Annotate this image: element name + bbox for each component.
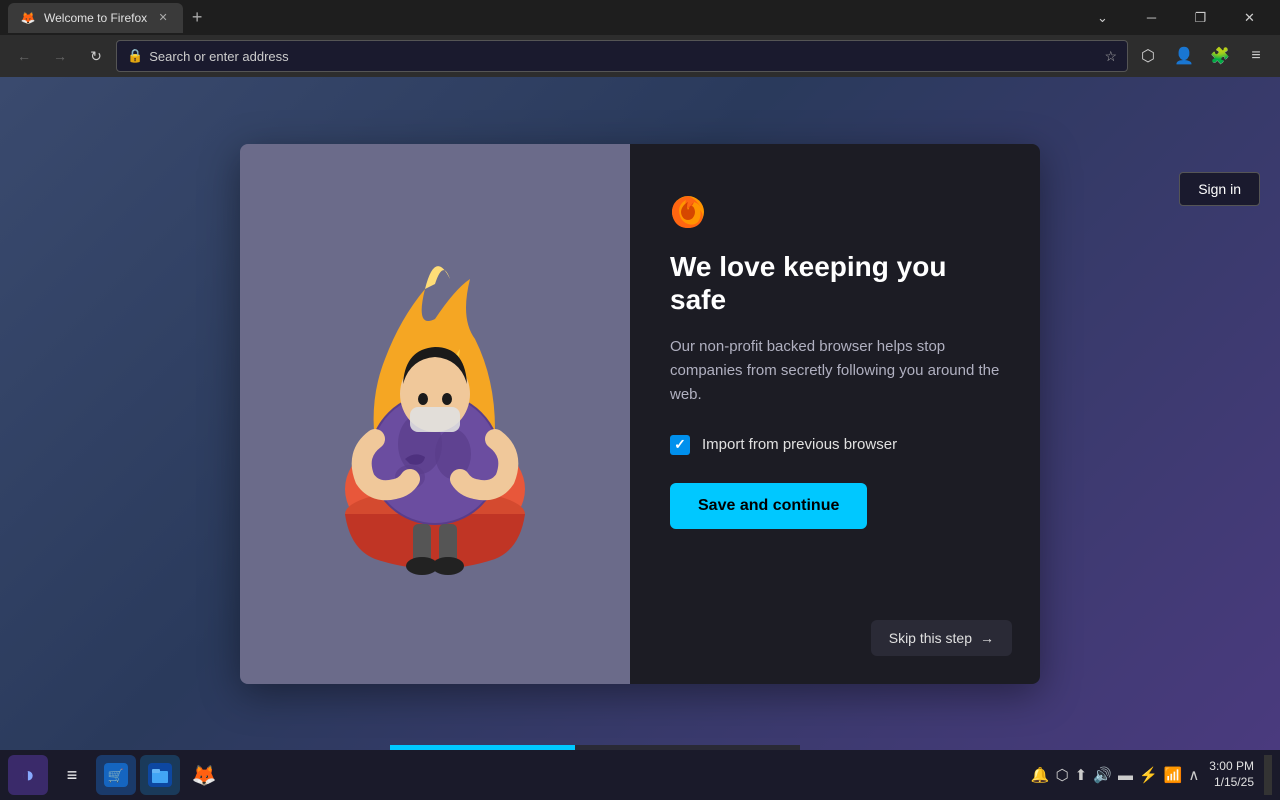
close-button[interactable]: ✕ [1227,0,1272,35]
import-checkbox-label: Import from previous browser [702,436,897,453]
taskbar-firefox-icon[interactable]: 🦊 [184,755,224,795]
taskbar-settings-icon[interactable]: ≡ [52,755,92,795]
firefox-logo [670,194,706,230]
active-tab[interactable]: 🦊 Welcome to Firefox ✕ [8,3,183,33]
tab-close-button[interactable]: ✕ [155,10,171,26]
import-checkbox-row[interactable]: ✓ Import from previous browser [670,435,1000,455]
clock: 3:00 PM 1/15/25 [1209,759,1254,790]
skip-label: Skip this step [889,630,972,646]
titlebar: 🦊 Welcome to Firefox ✕ + ⌄ ─ ❐ ✕ [0,0,1280,35]
show-desktop-button[interactable] [1264,755,1272,795]
skip-arrow-icon: → [980,630,994,646]
pocket-button[interactable]: ⬡ [1132,40,1164,72]
taskbar: ◑ ≡ 🛒 🦊 🔔 ⬡ ⬆ 🔊 ▬ ⚡ 📶 ∧ 3:00 PM 1/15/25 [0,750,1280,800]
forward-button[interactable]: → [44,40,76,72]
minimize-button[interactable]: ─ [1129,0,1174,35]
upload-icon[interactable]: ⬆ [1075,766,1088,784]
skip-section: Skip this step → [871,620,1012,656]
battery-icon[interactable]: ▬ [1118,767,1133,784]
expand-tray-icon[interactable]: ∧ [1188,766,1199,784]
bluetooth-icon[interactable]: ⚡ [1139,766,1158,784]
taskbar-right: 🔔 ⬡ ⬆ 🔊 ▬ ⚡ 📶 ∧ 3:00 PM 1/15/25 [1031,755,1272,795]
system-tray: 🔔 ⬡ ⬆ 🔊 ▬ ⚡ 📶 ∧ [1031,766,1199,784]
tab-title: Welcome to Firefox [44,11,147,25]
welcome-card: We love keeping you safe Our non-profit … [240,144,1040,684]
account-button[interactable]: 👤 [1168,40,1200,72]
bookmark-star-icon[interactable]: ☆ [1104,48,1117,65]
date-display: 1/15/25 [1209,775,1254,791]
mascot-illustration [275,204,595,624]
tab-area: 🦊 Welcome to Firefox ✕ + [8,3,1080,33]
toolbar-right-icons: ⬡ 👤 🧩 ≡ [1132,40,1272,72]
taskbar-files-icon[interactable] [140,755,180,795]
menu-button[interactable]: ≡ [1240,40,1272,72]
back-button[interactable]: ← [8,40,40,72]
dropdown-arrow[interactable]: ⌄ [1080,0,1125,35]
reload-button[interactable]: ↻ [80,40,112,72]
restore-button[interactable]: ❐ [1178,0,1223,35]
signin-button[interactable]: Sign in [1179,172,1260,206]
time-display: 3:00 PM [1209,759,1254,775]
start-icon[interactable]: ◑ [8,755,48,795]
taskbar-store-icon[interactable]: 🛒 [96,755,136,795]
volume-icon[interactable]: 🔊 [1093,766,1112,784]
tab-favicon: 🦊 [20,10,36,26]
save-continue-button[interactable]: Save and continue [670,483,867,529]
card-content-panel: We love keeping you safe Our non-profit … [630,144,1040,684]
new-tab-button[interactable]: + [183,4,211,32]
wifi-icon[interactable]: 📶 [1164,766,1183,784]
checkmark-icon: ✓ [674,436,686,453]
import-checkbox[interactable]: ✓ [670,435,690,455]
card-illustration-panel [240,144,630,684]
browser-toolbar: ← → ↻ 🔒 Search or enter address ☆ ⬡ 👤 🧩 … [0,35,1280,77]
lock-icon: 🔒 [127,48,143,64]
skip-button[interactable]: Skip this step → [871,620,1012,656]
svg-text:🛒: 🛒 [108,768,124,783]
window-controls: ⌄ ─ ❐ ✕ [1080,0,1272,35]
notification-icon[interactable]: 🔔 [1031,766,1050,784]
extensions-button[interactable]: 🧩 [1204,40,1236,72]
card-heading: We love keeping you safe [670,250,1000,317]
steam-icon[interactable]: ⬡ [1056,766,1069,784]
browser-content: Sign in [0,77,1280,750]
card-description: Our non-profit backed browser helps stop… [670,335,1000,407]
address-bar[interactable]: 🔒 Search or enter address ☆ [116,40,1128,72]
address-text: Search or enter address [149,49,1098,64]
